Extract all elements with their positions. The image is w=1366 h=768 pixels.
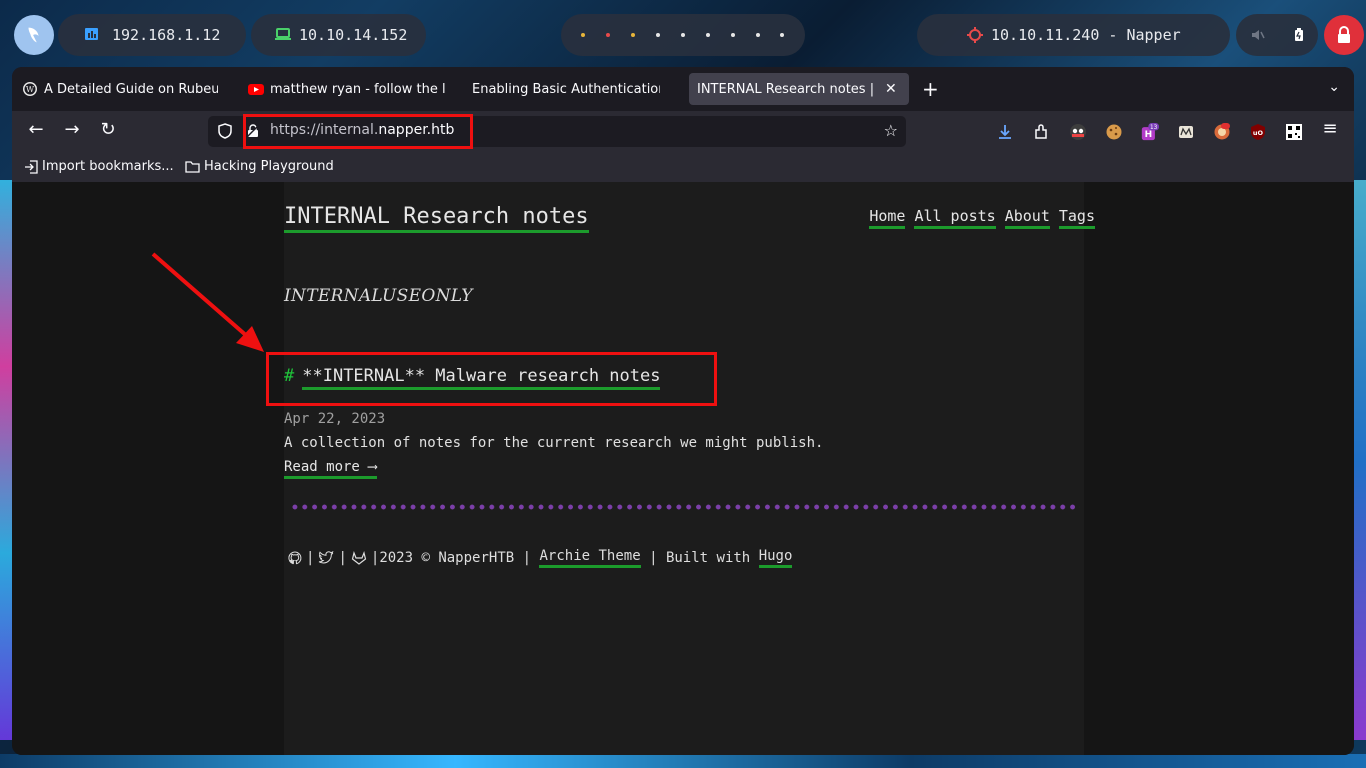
tab-internal-research[interactable]: INTERNAL Research notes | Hu ✕ [689, 73, 909, 105]
workspace-3-dot[interactable] [631, 33, 636, 37]
workspace-9-dot[interactable] [780, 33, 785, 37]
workspace-8-dot[interactable] [755, 33, 760, 37]
archie-theme-link[interactable]: Archie Theme [539, 548, 641, 568]
site-footer: | | | 2023 © NapperHTB | Archie Theme | B… [284, 548, 793, 568]
target-text: 10.10.11.240 - Napper [991, 26, 1181, 44]
gitlab-icon[interactable] [351, 551, 367, 565]
post-summary: A collection of notes for the current re… [284, 435, 824, 451]
dotted-separator [290, 504, 1080, 510]
lock-screen-button[interactable] [1324, 15, 1364, 55]
page-content: INTERNAL Research notes Home All posts A… [284, 182, 1095, 755]
tab-label: Enabling Basic Authentication [472, 81, 660, 97]
wallpaper-right-glow [1354, 180, 1366, 740]
workspace-5-dot[interactable] [680, 33, 685, 37]
nav-about-link[interactable]: About [1004, 207, 1050, 229]
browser-window: W A Detailed Guide on Rubeus matthew rya… [12, 67, 1354, 755]
svg-text:W: W [26, 85, 35, 94]
footer-sep: | [370, 550, 380, 566]
folder-icon [185, 161, 200, 173]
noscript-icon[interactable] [1213, 123, 1231, 141]
workspace-4-dot[interactable] [656, 33, 661, 37]
post-highlight-box [266, 352, 717, 406]
lock-icon [1338, 26, 1350, 43]
tab-label: matthew ryan - follow the l [270, 81, 446, 97]
reload-button[interactable]: ↻ [96, 119, 120, 140]
bookmark-star-icon[interactable]: ☆ [884, 121, 898, 140]
footer-sep: | [522, 550, 532, 566]
nav-tags-link[interactable]: Tags [1058, 207, 1095, 229]
tab-strip: W A Detailed Guide on Rubeus matthew rya… [12, 67, 1354, 111]
workspace-2-dot[interactable] [606, 33, 611, 37]
tab-label: A Detailed Guide on Rubeus [44, 81, 218, 97]
tab-rubeus-guide[interactable]: W A Detailed Guide on Rubeus [22, 73, 218, 105]
local-ip-widget[interactable]: 192.168.1.12 [58, 14, 246, 56]
target-widget[interactable]: 10.10.11.240 - Napper [917, 14, 1230, 56]
bookmark-label: Hacking Playground [204, 159, 334, 174]
site-nav: Home All posts About Tags [869, 207, 1095, 229]
hugo-link[interactable]: Hugo [758, 548, 793, 568]
twitter-icon[interactable] [318, 551, 334, 565]
bookmark-label: Import bookmarks... [42, 159, 174, 174]
svg-text:H: H [1145, 130, 1153, 140]
list-all-tabs-icon[interactable]: ⌄ [1328, 79, 1340, 95]
hacktools-icon[interactable]: H13 [1141, 123, 1159, 141]
tracking-shield-icon[interactable] [218, 123, 232, 139]
tray-widget[interactable] [1236, 14, 1318, 56]
footer-copyright: 2023 © NapperHTB [379, 550, 515, 566]
back-button[interactable]: ← [24, 119, 48, 140]
bookmark-import[interactable]: Import bookmarks... [24, 159, 174, 174]
footer-sep: | [649, 550, 658, 566]
workspace-switcher[interactable] [561, 14, 805, 56]
laptop-icon [275, 28, 291, 40]
youtube-icon [248, 84, 264, 95]
new-tab-button[interactable]: + [922, 77, 939, 101]
ublock-origin-icon[interactable]: uO [1249, 123, 1267, 141]
extension-badge: 13 [1150, 125, 1158, 131]
volume-muted-icon[interactable] [1251, 28, 1265, 42]
vpn-ip-widget[interactable]: 10.10.14.152 [251, 14, 426, 56]
local-ip-text: 192.168.1.12 [112, 26, 221, 44]
footer-sep: | [338, 550, 347, 566]
tab-youtube[interactable]: matthew ryan - follow the l [248, 73, 448, 105]
foxyproxy-icon[interactable] [1069, 123, 1087, 141]
qr-code-icon[interactable] [1285, 123, 1303, 141]
site-title-link[interactable]: INTERNAL Research notes [284, 204, 589, 233]
workspace-6-dot[interactable] [705, 33, 710, 37]
parrot-menu-button[interactable] [14, 15, 54, 55]
web-page: INTERNAL Research notes Home All posts A… [12, 182, 1354, 755]
forward-button[interactable]: → [60, 119, 84, 140]
close-tab-icon[interactable]: ✕ [885, 81, 897, 97]
bookmarks-toolbar: Import bookmarks... Hacking Playground [12, 152, 1354, 182]
bookmark-folder-hacking-playground[interactable]: Hacking Playground [185, 159, 334, 174]
battery-icon[interactable] [1294, 28, 1304, 42]
import-icon [25, 159, 38, 174]
read-more-link[interactable]: Read more ⟶ [284, 459, 377, 479]
post-date: Apr 22, 2023 [284, 411, 386, 427]
network-icon [85, 28, 98, 40]
wordpress-icon: W [23, 82, 37, 96]
site-subtitle: INTERNALUSEONLY [284, 286, 473, 306]
github-icon[interactable] [288, 551, 302, 565]
nav-toolbar: ← → ↻ https://internal.napper.htb ☆ H 13 … [12, 111, 1354, 152]
cookie-editor-icon[interactable] [1105, 123, 1123, 141]
footer-sep: | [306, 550, 315, 566]
url-highlight-box [243, 114, 473, 149]
vpn-ip-text: 10.10.14.152 [299, 26, 408, 44]
extensions-icon[interactable] [1033, 123, 1051, 141]
crosshair-icon [967, 27, 983, 43]
tab-basic-auth[interactable]: Enabling Basic Authentication [472, 73, 660, 105]
workspace-7-dot[interactable] [730, 33, 735, 37]
nav-home-link[interactable]: Home [869, 207, 906, 229]
downloads-icon[interactable] [996, 123, 1014, 141]
parrot-logo-icon [28, 27, 39, 43]
svg-text:uO: uO [1253, 129, 1264, 137]
app-menu-icon[interactable]: ≡ [1318, 118, 1342, 139]
workspace-1-dot[interactable] [581, 33, 586, 37]
wappalyzer-icon[interactable] [1177, 123, 1195, 141]
footer-built-with: Built with [665, 550, 751, 566]
tab-label: INTERNAL Research notes | Hu [697, 81, 879, 97]
nav-all-posts-link[interactable]: All posts [914, 207, 996, 229]
wallpaper-bottom-glow [0, 754, 1366, 768]
